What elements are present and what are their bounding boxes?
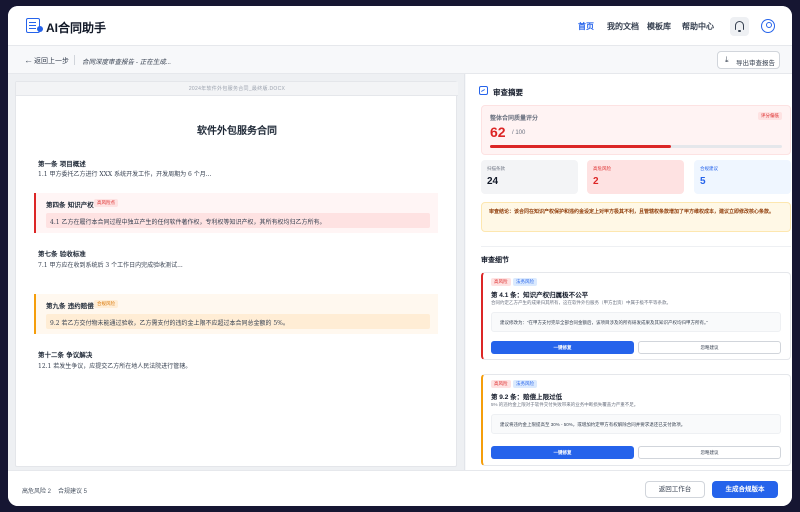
section-12-body: 12.1 若发生争议，应提交乙方所在地人民法院进行管辖。 bbox=[38, 363, 192, 370]
compliance-risk-tag: 合规风险 bbox=[94, 300, 118, 308]
document-page: 2024年软件外包服务合同_最终版.DOCX 软件外包服务合同 第一条 项目概述… bbox=[15, 81, 458, 467]
issue-title: 第 9.2 条：赔偿上限过低 bbox=[491, 394, 563, 401]
stat-value: 24 bbox=[487, 176, 499, 187]
one-click-fix-button[interactable]: 一键修复 bbox=[491, 446, 634, 459]
fix-suggestion: 建议将违约金上限提高至 30% - 50%，或增加约定甲方有权解除合同并要求退还… bbox=[491, 414, 781, 434]
document-title: 软件外包服务合同 bbox=[197, 126, 277, 137]
section-4-body: 4.1 乙方在履行本合同过程中独立产生的任何软件著作权，专利权等知识产权，其所有… bbox=[50, 219, 326, 226]
footer-compliance-count: 合规建议 5 bbox=[58, 489, 88, 495]
section-divider bbox=[481, 246, 791, 247]
section-7-body: 7.1 甲方应在收到系统后 3 个工作日内完成验收测试... bbox=[38, 262, 183, 269]
section-12-heading: 第十二条 争议解决 bbox=[38, 351, 93, 359]
score-badge: 评分偏低 bbox=[758, 112, 782, 120]
user-circle-icon[interactable] bbox=[761, 19, 775, 33]
stat-label: 高危风险 bbox=[593, 166, 611, 171]
nav-my-docs[interactable]: 我的文档 bbox=[607, 21, 639, 32]
nav-home[interactable]: 首页 bbox=[578, 21, 594, 32]
top-navbar: AI合同助手 首页 我的文档 模板库 帮助中心 bbox=[8, 6, 792, 46]
stat-label: 扫描条款 bbox=[487, 166, 505, 171]
ignore-suggestion-button[interactable]: 忽略建议 bbox=[638, 341, 781, 354]
app-title: AI合同助手 bbox=[46, 21, 107, 35]
stat-value: 2 bbox=[593, 176, 599, 187]
checklist-icon bbox=[479, 86, 488, 95]
arrow-left-icon[interactable]: ← bbox=[24, 55, 33, 65]
score-label: 整体合同质量评分 bbox=[490, 116, 539, 122]
one-click-fix-button[interactable]: 一键修复 bbox=[491, 341, 634, 354]
issue-title: 第 4.1 条：知识产权归属极不公平 bbox=[491, 292, 589, 299]
stat-high-risk: 高危风险 2 bbox=[587, 160, 684, 194]
footer-high-risk-count: 高危风险 2 bbox=[22, 489, 52, 495]
risk-type-tag: 法务风险 bbox=[513, 278, 537, 286]
logo-pen-dot bbox=[37, 26, 43, 32]
review-details-title: 审查细节 bbox=[481, 257, 509, 264]
export-report-button[interactable]: ⤓ 导出审查报告 bbox=[717, 51, 780, 69]
generation-status: 合同深度审查报告 - 正在生成... bbox=[82, 59, 172, 66]
issue-card: 高风险 法务风险 第 4.1 条：知识产权归属极不公平 合同约定乙方产生的成果归… bbox=[481, 272, 791, 360]
back-button[interactable]: 返回上一步 bbox=[34, 56, 69, 66]
score-max: / 100 bbox=[512, 130, 526, 136]
score-progress-track bbox=[490, 145, 782, 148]
review-summary-title: 审查摘要 bbox=[493, 88, 523, 97]
return-workspace-button[interactable]: 返回工作台 bbox=[645, 481, 705, 498]
export-report-label: 导出审查报告 bbox=[736, 60, 775, 67]
compliance-risk-clause-highlight[interactable]: 第九条 违约赔偿 合规风险 9.2 若乙方交付物未能通过验收，乙方需支付的违约金… bbox=[34, 294, 438, 334]
review-conclusion: 审查结论：该合同在知识产权保护和违约金设定上对甲方极其不利，且管辖权条款增加了甲… bbox=[481, 202, 791, 232]
score-value: 62 bbox=[490, 124, 506, 140]
review-pane[interactable]: 审查摘要 整体合同质量评分 评分偏低 62 / 100 扫描条款 24 高危风险… bbox=[466, 74, 792, 470]
sub-toolbar: ← 返回上一步 合同深度审查报告 - 正在生成... ⤓ 导出审查报告 bbox=[8, 46, 792, 74]
issue-description: 5% 的违约金上限对于软件交付失败带来的业务中断损失覆盖力严重不足。 bbox=[491, 402, 639, 407]
stat-scanned-clauses: 扫描条款 24 bbox=[481, 160, 578, 194]
section-4-heading: 第四条 知识产权 bbox=[46, 201, 94, 209]
document-pane[interactable]: 2024年软件外包服务合同_最终版.DOCX 软件外包服务合同 第一条 项目概述… bbox=[8, 74, 465, 470]
stat-value: 5 bbox=[700, 176, 706, 187]
footer-bar: 高危风险 2 合规建议 5 返回工作台 生成合规版本 bbox=[8, 470, 792, 506]
bell-clapper bbox=[738, 30, 741, 32]
section-9-heading: 第九条 违约赔偿 bbox=[46, 302, 94, 310]
highlighted-clause-text: 9.2 若乙方交付物未能通过验收，乙方需支付的违约金上限不应超过本合同总金额的 … bbox=[46, 314, 430, 329]
high-risk-tag: 高风险点 bbox=[94, 199, 118, 207]
section-7-heading: 第七条 验收标准 bbox=[38, 250, 86, 258]
highlighted-clause-text: 4.1 乙方在履行本合同过程中独立产生的任何软件著作权，专利权等知识产权，其所有… bbox=[46, 213, 430, 228]
stat-label: 合规建议 bbox=[700, 166, 718, 171]
section-1-body: 1.1 甲方委托乙方进行 XXX 系统开发工作，开发周期为 6 个月... bbox=[38, 171, 212, 178]
score-progress-fill bbox=[490, 145, 672, 148]
section-9-body: 9.2 若乙方交付物未能通过验收，乙方需支付的违约金上限不应超过本合同总金额的 … bbox=[50, 320, 289, 327]
notifications-button[interactable] bbox=[730, 17, 749, 36]
nav-help[interactable]: 帮助中心 bbox=[682, 21, 714, 32]
quality-score-card: 整体合同质量评分 评分偏低 62 / 100 bbox=[481, 105, 791, 155]
risk-level-tag: 高风险 bbox=[491, 380, 511, 388]
download-icon: ⤓ bbox=[725, 55, 729, 64]
stat-compliance-suggestions: 合规建议 5 bbox=[694, 160, 791, 194]
issue-description: 合同约定乙方产生的成果归其所有，这在软件外包服务（甲方出资）中属于极不平等条款。 bbox=[491, 300, 671, 305]
risk-level-tag: 高风险 bbox=[491, 278, 511, 286]
app-window: AI合同助手 首页 我的文档 模板库 帮助中心 ← 返回上一步 合同深度审查报告… bbox=[8, 6, 792, 506]
issue-card: 高风险 法务风险 第 9.2 条：赔偿上限过低 5% 的违约金上限对于软件交付失… bbox=[481, 374, 791, 466]
generate-compliant-version-button[interactable]: 生成合规版本 bbox=[712, 481, 778, 498]
nav-templates[interactable]: 模板库 bbox=[647, 21, 671, 32]
high-risk-clause-highlight[interactable]: 第四条 知识产权 高风险点 4.1 乙方在履行本合同过程中独立产生的任何软件著作… bbox=[34, 193, 438, 233]
fix-suggestion: 建议修改为：“在甲方支付完毕全部合同金额后，该项目涉及的所有研发成果及其知识产权… bbox=[491, 312, 781, 332]
ignore-suggestion-button[interactable]: 忽略建议 bbox=[638, 446, 781, 459]
bell-icon bbox=[735, 21, 744, 30]
section-1-heading: 第一条 项目概述 bbox=[38, 160, 86, 168]
risk-type-tag: 法务风险 bbox=[513, 380, 537, 388]
document-filename: 2024年软件外包服务合同_最终版.DOCX bbox=[16, 82, 458, 96]
toolbar-divider bbox=[74, 55, 75, 65]
